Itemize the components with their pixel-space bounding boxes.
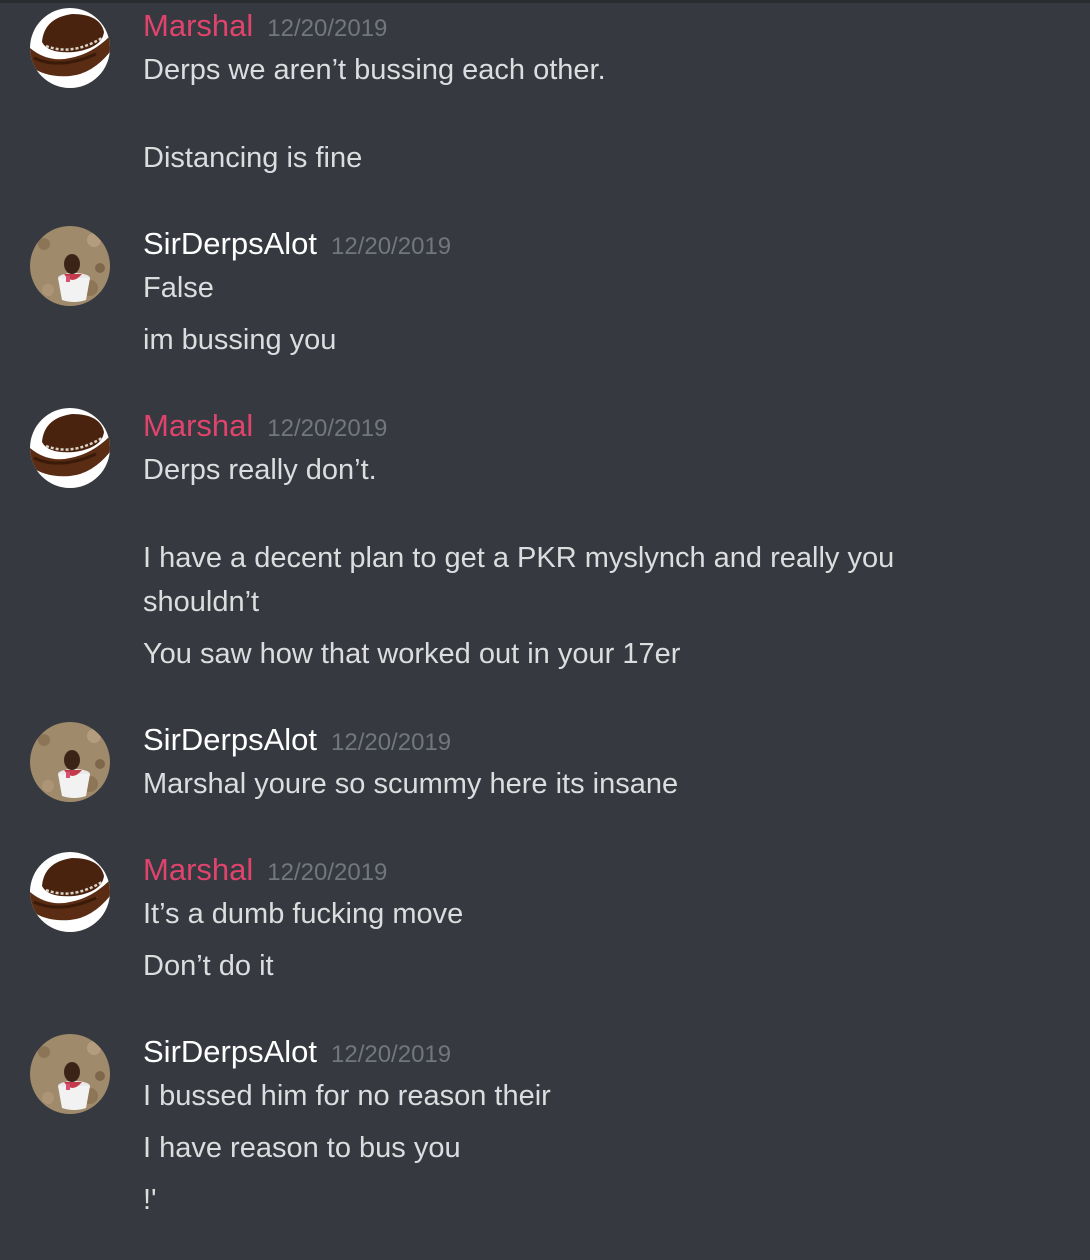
message-text: Derps we aren’t bussing each other.: [143, 54, 606, 86]
username[interactable]: Marshal: [143, 8, 253, 43]
cowboy-hat-avatar[interactable]: [30, 8, 110, 88]
timestamp[interactable]: 12/20/2019: [267, 859, 387, 886]
child-in-bucket-avatar[interactable]: [30, 722, 110, 802]
message-header: Marshal 12/20/2019: [143, 408, 387, 444]
message-text: False: [143, 272, 214, 304]
message-text: Marshal youre so scummy here its insane: [143, 768, 679, 800]
message-text: I bussed him for no reason their: [143, 1080, 551, 1112]
message-header: SirDerpsAlot 12/20/2019: [143, 1034, 451, 1070]
timestamp[interactable]: 12/20/2019: [267, 415, 387, 442]
timestamp[interactable]: 12/20/2019: [331, 1041, 451, 1068]
timestamp[interactable]: 12/20/2019: [331, 729, 451, 756]
message-header: Marshal 12/20/2019: [143, 852, 387, 888]
username[interactable]: SirDerpsAlot: [143, 226, 317, 261]
message-text: It’s a dumb fucking move: [143, 898, 464, 930]
message-text: I have reason to bus you: [143, 1132, 461, 1164]
timestamp[interactable]: 12/20/2019: [267, 15, 387, 42]
message-header: Marshal 12/20/2019: [143, 8, 387, 44]
message-text: Distancing is fine: [143, 142, 363, 174]
message-header: SirDerpsAlot 12/20/2019: [143, 722, 451, 758]
cowboy-hat-avatar[interactable]: [30, 852, 110, 932]
username[interactable]: SirDerpsAlot: [143, 1034, 317, 1069]
child-in-bucket-avatar[interactable]: [30, 1034, 110, 1114]
message-text: !': [143, 1184, 157, 1216]
message-text: You saw how that worked out in your 17er: [143, 638, 681, 670]
message-header: SirDerpsAlot 12/20/2019: [143, 226, 451, 262]
timestamp[interactable]: 12/20/2019: [331, 233, 451, 260]
username[interactable]: Marshal: [143, 852, 253, 887]
message-text: im bussing you: [143, 324, 337, 356]
child-in-bucket-avatar[interactable]: [30, 226, 110, 306]
message-text: I have a decent plan to get a PKR myslyn…: [143, 542, 895, 618]
username[interactable]: SirDerpsAlot: [143, 722, 317, 757]
message-text: Don’t do it: [143, 950, 274, 982]
cowboy-hat-avatar[interactable]: [30, 408, 110, 488]
message-text: Derps really don’t.: [143, 454, 377, 486]
username[interactable]: Marshal: [143, 408, 253, 443]
top-divider: [0, 0, 1090, 3]
